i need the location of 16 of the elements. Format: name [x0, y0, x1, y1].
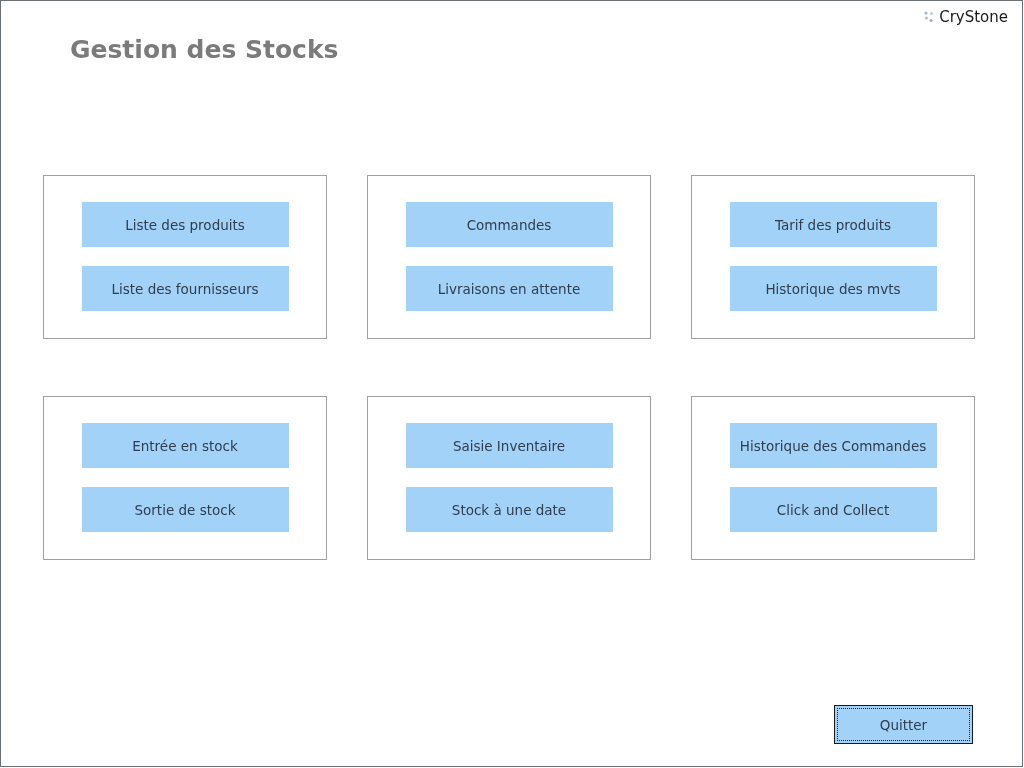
page-title: Gestion des Stocks — [70, 34, 339, 66]
menu-button[interactable]: Commandes — [405, 202, 613, 247]
quit-button[interactable]: Quitter — [834, 705, 973, 744]
menu-button[interactable]: Liste des fournisseurs — [81, 266, 289, 311]
menu-button[interactable]: Click and Collect — [729, 487, 937, 532]
menu-button[interactable]: Livraisons en attente — [405, 266, 613, 311]
brand-name: CryStone — [939, 8, 1008, 26]
menu-button[interactable]: Tarif des produits — [729, 202, 937, 247]
menu-button[interactable]: Historique des mvts — [729, 266, 937, 311]
menu-button[interactable]: Entrée en stock — [81, 423, 289, 468]
menu-button[interactable]: Sortie de stock — [81, 487, 289, 532]
menu-button[interactable]: Liste des produits — [81, 202, 289, 247]
menu-button[interactable]: Saisie Inventaire — [405, 423, 613, 468]
logo-icon — [924, 11, 935, 23]
menu-button[interactable]: Stock à une date — [405, 487, 613, 532]
menu-button[interactable]: Historique des Commandes — [729, 423, 937, 468]
